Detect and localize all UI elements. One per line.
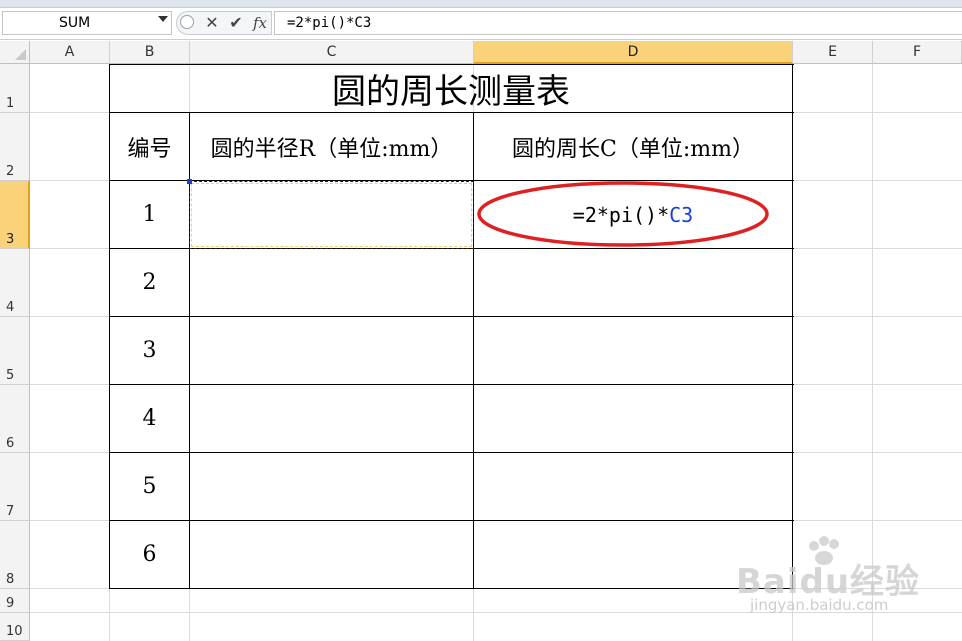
row-header-7[interactable]: 7 — [0, 453, 30, 521]
row-number-cell[interactable]: 1 — [110, 181, 189, 248]
row-header-8[interactable]: 8 — [0, 521, 30, 589]
select-all-icon — [15, 49, 26, 60]
table-title[interactable]: 圆的周长测量表 — [110, 65, 792, 112]
column-header-d[interactable]: D — [474, 41, 793, 64]
row-number-cell[interactable]: 3 — [110, 317, 189, 384]
reference-marquee-c3[interactable] — [189, 181, 474, 249]
row-number-cell[interactable]: 6 — [110, 521, 189, 588]
row-header-4[interactable]: 4 — [0, 249, 30, 317]
row-header-1[interactable]: 1 — [0, 64, 30, 113]
row-header-5[interactable]: 5 — [0, 317, 30, 385]
resize-handle-icon[interactable] — [180, 15, 194, 29]
formula-text: =2*pi()* — [572, 202, 670, 227]
row-number-cell[interactable]: 5 — [110, 453, 189, 520]
table-border — [109, 588, 794, 589]
ribbon-edge — [0, 0, 962, 8]
column-header-f[interactable]: F — [873, 41, 962, 64]
table-border — [792, 64, 793, 589]
row-number-cell[interactable]: 4 — [110, 385, 189, 452]
formula-reference-c3: C3 — [669, 202, 694, 227]
name-box[interactable]: SUM — [2, 11, 172, 35]
fx-icon[interactable]: fx — [250, 11, 270, 35]
cancel-icon[interactable]: ✕ — [202, 11, 222, 35]
formula-cell-d3[interactable]: =2*pi()* C3 — [474, 181, 792, 248]
row-header-10[interactable]: 10 — [0, 613, 30, 641]
chevron-down-icon[interactable] — [158, 16, 168, 22]
header-radius[interactable]: 圆的半径R（单位:mm） — [190, 113, 473, 180]
watermark-url: jingyan.baidu.com — [750, 596, 889, 614]
row-header-2[interactable]: 2 — [0, 113, 30, 181]
header-circumference[interactable]: 圆的周长C（单位:mm） — [474, 113, 792, 180]
reference-handle[interactable] — [187, 179, 192, 184]
radius-cells[interactable] — [190, 249, 473, 588]
column-header-b[interactable]: B — [110, 41, 190, 64]
column-header-a[interactable]: A — [30, 41, 110, 64]
column-header-e[interactable]: E — [793, 41, 873, 64]
check-icon[interactable]: ✔ — [226, 11, 246, 35]
row-number-cell[interactable]: 2 — [110, 249, 189, 316]
row-header-6[interactable]: 6 — [0, 385, 30, 453]
column-header-c[interactable]: C — [190, 41, 474, 64]
row-header-9[interactable]: 9 — [0, 589, 30, 613]
header-no[interactable]: 编号 — [110, 113, 189, 180]
row-header-3[interactable]: 3 — [0, 181, 30, 249]
watermark: Baidu经验 jingyan.baidu.com — [736, 536, 962, 636]
formula-input[interactable]: =2*pi()*C3 — [274, 11, 962, 35]
